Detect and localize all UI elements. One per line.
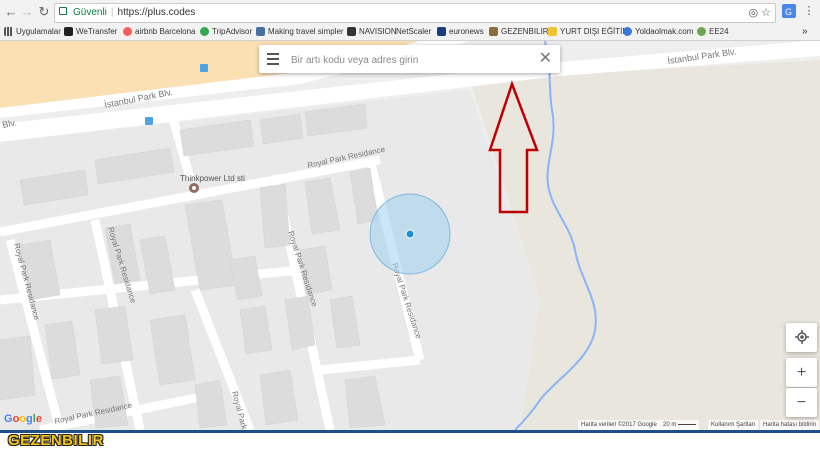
- zoom-out-button[interactable]: −: [786, 388, 817, 417]
- plus-code-search-box[interactable]: ✕: [259, 45, 560, 73]
- bookmark-apps[interactable]: Uygulamalar: [4, 26, 61, 38]
- zoom-in-button[interactable]: +: [786, 358, 817, 387]
- bookmark-yurt-disi[interactable]: YURT DIŞI EĞİTİM: [548, 26, 629, 38]
- crosshair-icon: [794, 330, 809, 344]
- browser-chrome: ← → ↻ Güvenli | https://plus.codes ◎ ☆ G ⋮…: [0, 0, 820, 41]
- reload-icon[interactable]: ↻: [36, 4, 52, 20]
- poi-label: Thinkpower Ltd sti: [180, 174, 245, 183]
- omnibox-separator: |: [110, 7, 114, 18]
- bookmark-yoldaolmak[interactable]: Yoldaolmak.com: [623, 26, 693, 38]
- secure-label: Güvenli: [73, 7, 107, 18]
- airbnb-icon: [123, 27, 132, 37]
- tripadvisor-icon: [200, 27, 209, 37]
- translate-icon[interactable]: G: [782, 4, 796, 18]
- bus-stop-icon-2[interactable]: [200, 64, 208, 72]
- address-bar[interactable]: Güvenli | https://plus.codes ◎ ☆: [54, 3, 776, 23]
- report-error-link[interactable]: Harita hatası bildirin: [760, 420, 820, 430]
- location-target-icon[interactable]: ◎: [748, 7, 758, 19]
- scale-bar: [678, 423, 697, 425]
- map-svg: İstanbul Park Blv. İstanbul Park Blv. Bl…: [0, 41, 820, 430]
- bookmark-navision[interactable]: NAVISION: [347, 26, 397, 38]
- map-canvas[interactable]: İstanbul Park Blv. İstanbul Park Blv. Bl…: [0, 41, 820, 430]
- menu-dots-icon[interactable]: ⋮: [802, 4, 816, 18]
- browser-toolbar: ← → ↻ Güvenli | https://plus.codes ◎ ☆ G ⋮: [0, 0, 820, 24]
- bookmark-wetransfer[interactable]: WeTransfer: [64, 26, 117, 38]
- forward-arrow-icon[interactable]: →: [19, 4, 35, 20]
- my-location-button[interactable]: [786, 323, 817, 352]
- gezenbilir-watermark: GEZENBILIR: [8, 432, 104, 449]
- page-icon: [256, 27, 265, 37]
- google-logo[interactable]: Google: [4, 413, 42, 425]
- bus-stop-icon[interactable]: [145, 117, 153, 125]
- bookmark-tripadvisor[interactable]: TripAdvisor: [200, 26, 252, 38]
- gezenbilir-icon: [489, 27, 498, 37]
- bookmark-making-travel[interactable]: Making travel simpler: [256, 26, 344, 38]
- euronews-icon: [437, 27, 446, 37]
- back-arrow-icon[interactable]: ←: [3, 4, 19, 20]
- bookmarks-overflow[interactable]: »: [802, 26, 808, 38]
- bookmark-airbnb[interactable]: airbnb Barcelona: [123, 26, 195, 38]
- terms-link[interactable]: Kullanım Şartları: [708, 420, 759, 430]
- lock-icon: [59, 7, 67, 15]
- ee24-icon: [697, 27, 706, 37]
- bookmark-ee24[interactable]: EE24: [697, 26, 729, 38]
- bookmark-gezenbilir[interactable]: GEZENBILIR: [489, 26, 549, 38]
- map-data-attribution: Harita verileri ©2017 Google: [578, 420, 660, 430]
- wetransfer-icon: [64, 27, 73, 37]
- taskbar-strip: [0, 430, 820, 433]
- location-dot[interactable]: [405, 229, 415, 239]
- bookmark-euronews[interactable]: euronews: [437, 26, 484, 38]
- navision-icon: [347, 27, 356, 37]
- url-text: https://plus.codes: [117, 7, 196, 18]
- bookmark-netscaler[interactable]: NetScaler: [396, 26, 431, 38]
- bookmarks-bar: Uygulamalar WeTransfer airbnb Barcelona …: [0, 24, 820, 40]
- svg-text:G: G: [785, 7, 792, 17]
- yoldaolmak-icon: [623, 27, 632, 37]
- taskbar: [0, 430, 820, 461]
- hamburger-menu-icon[interactable]: [267, 53, 279, 65]
- folder-icon: [548, 27, 557, 37]
- bookmark-star-icon[interactable]: ☆: [761, 7, 771, 19]
- scale-label: 20 m: [660, 420, 700, 430]
- apps-grid-icon: [4, 27, 13, 37]
- close-icon[interactable]: ✕: [539, 50, 552, 68]
- search-input[interactable]: [289, 50, 523, 70]
